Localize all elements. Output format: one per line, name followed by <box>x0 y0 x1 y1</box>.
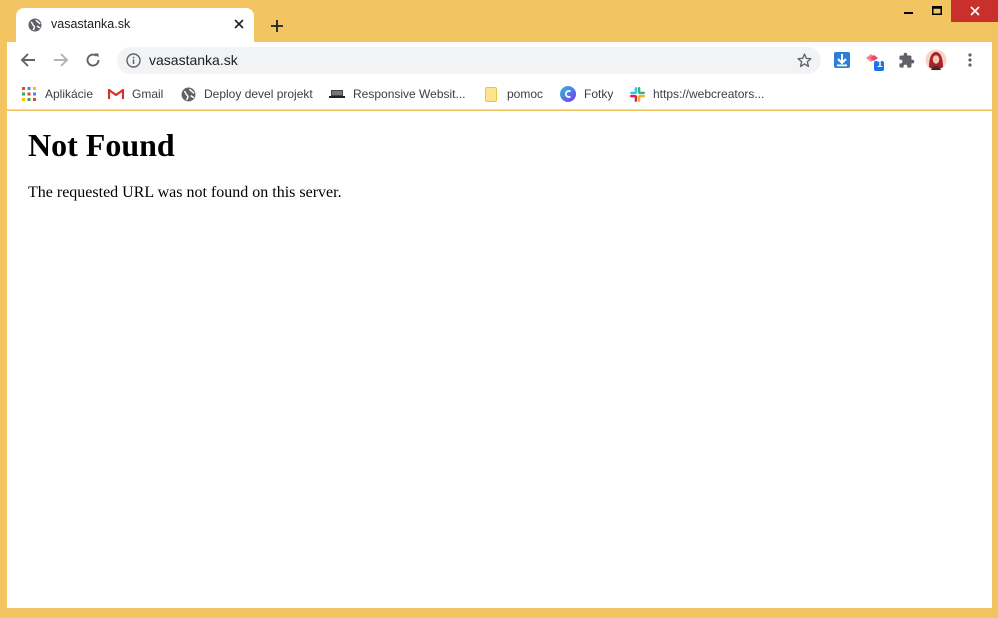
canva-icon <box>560 86 576 102</box>
folder-icon <box>483 86 499 102</box>
bookmark-label: Gmail <box>132 87 164 101</box>
arrow-left-icon <box>20 53 35 67</box>
page-message: The requested URL was not found on this … <box>28 184 342 201</box>
bookmark-label: pomoc <box>507 87 544 101</box>
bookmarks-bar: Aplikácie Gmail Deploy devel projekt Res… <box>7 78 992 110</box>
back-button[interactable] <box>15 47 41 73</box>
maximize-button[interactable] <box>923 0 951 22</box>
new-tab-button[interactable] <box>264 13 290 39</box>
address-bar[interactable]: vasastanka.sk <box>117 47 821 74</box>
bookmark-label: https://webcreators... <box>653 87 765 101</box>
url-text[interactable]: vasastanka.sk <box>149 52 238 68</box>
menu-kebab-icon[interactable] <box>959 49 981 71</box>
info-icon[interactable] <box>126 53 141 68</box>
bookmark-label: Deploy devel projekt <box>204 87 313 101</box>
extensions-puzzle-icon[interactable] <box>895 49 917 71</box>
bookmark-responsive[interactable]: Responsive Websit... <box>329 84 466 104</box>
extension-with-badge-icon[interactable]: 1 <box>863 49 885 71</box>
star-icon[interactable] <box>796 52 813 69</box>
extension-badge: 1 <box>877 59 883 70</box>
bookmark-label: Responsive Websit... <box>353 87 466 101</box>
reload-icon <box>86 53 100 67</box>
bookmark-label: Aplikácie <box>45 87 94 101</box>
globe-icon <box>28 18 42 32</box>
bookmark-deploy[interactable]: Deploy devel projekt <box>180 84 313 104</box>
close-window-button[interactable] <box>951 0 998 22</box>
tab-active[interactable]: vasastanka.sk <box>16 8 254 42</box>
tab-title: vasastanka.sk <box>51 17 131 31</box>
apps-grid-icon <box>21 86 37 102</box>
tab-close-icon[interactable] <box>230 15 248 33</box>
download-extension-icon[interactable] <box>831 49 853 71</box>
bookmark-gmail[interactable]: Gmail <box>108 84 163 104</box>
bookmark-apps[interactable]: Aplikácie <box>21 84 93 104</box>
arrow-right-icon <box>54 53 69 67</box>
bookmark-webcreators[interactable]: https://webcreators... <box>629 84 764 104</box>
browser-window: vasastanka.sk vasastanka.sk 1 Aplikácie … <box>0 0 998 618</box>
minimize-button[interactable] <box>895 0 923 22</box>
reload-button[interactable] <box>80 47 106 73</box>
close-icon <box>969 6 980 16</box>
minimize-icon <box>904 12 913 14</box>
plus-icon <box>271 20 283 32</box>
bookmark-pomoc[interactable]: pomoc <box>483 84 543 104</box>
profile-avatar[interactable] <box>925 49 947 71</box>
bookmark-label: Fotky <box>584 87 614 101</box>
page-title: Not Found <box>28 127 175 163</box>
tab-strip: vasastanka.sk <box>0 0 998 42</box>
slack-icon <box>629 86 645 102</box>
window-controls <box>895 0 998 22</box>
toolbar: vasastanka.sk 1 <box>7 42 992 78</box>
maximize-icon <box>932 6 942 15</box>
globe-icon <box>180 86 196 102</box>
forward-button[interactable] <box>48 47 74 73</box>
bookmark-fotky[interactable]: Fotky <box>560 84 613 104</box>
page-viewport: Not Found The requested URL was not foun… <box>7 111 992 608</box>
devices-icon <box>329 86 345 102</box>
gmail-icon <box>108 86 124 102</box>
